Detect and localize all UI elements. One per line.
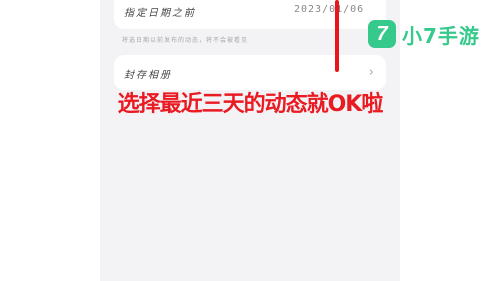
archive-album-label: 封存相册 (124, 70, 172, 81)
annotation-line (335, 0, 339, 72)
chevron-right-icon: › (368, 65, 374, 80)
archive-album-row[interactable]: 封存相册 › (114, 55, 386, 90)
annotation-caption: 选择最近三天的动态就OK啦 (117, 92, 384, 117)
hint-text: 将选日期以前发布的动态，将不会被看见 (122, 37, 249, 44)
phone-screen: 指定日期之前 2023/01/06 将选日期以前发布的动态，将不会被看见 封存相… (100, 0, 400, 281)
brand-logo-icon: 7 (368, 20, 396, 48)
specified-date-row[interactable]: 指定日期之前 2023/01/06 (114, 0, 386, 29)
watermark-logo: 7 小7手游 (368, 18, 480, 50)
specified-date-value: 2023/01/06 (294, 4, 365, 15)
specified-date-label: 指定日期之前 (124, 8, 196, 19)
brand-name: 小7手游 (402, 23, 480, 48)
